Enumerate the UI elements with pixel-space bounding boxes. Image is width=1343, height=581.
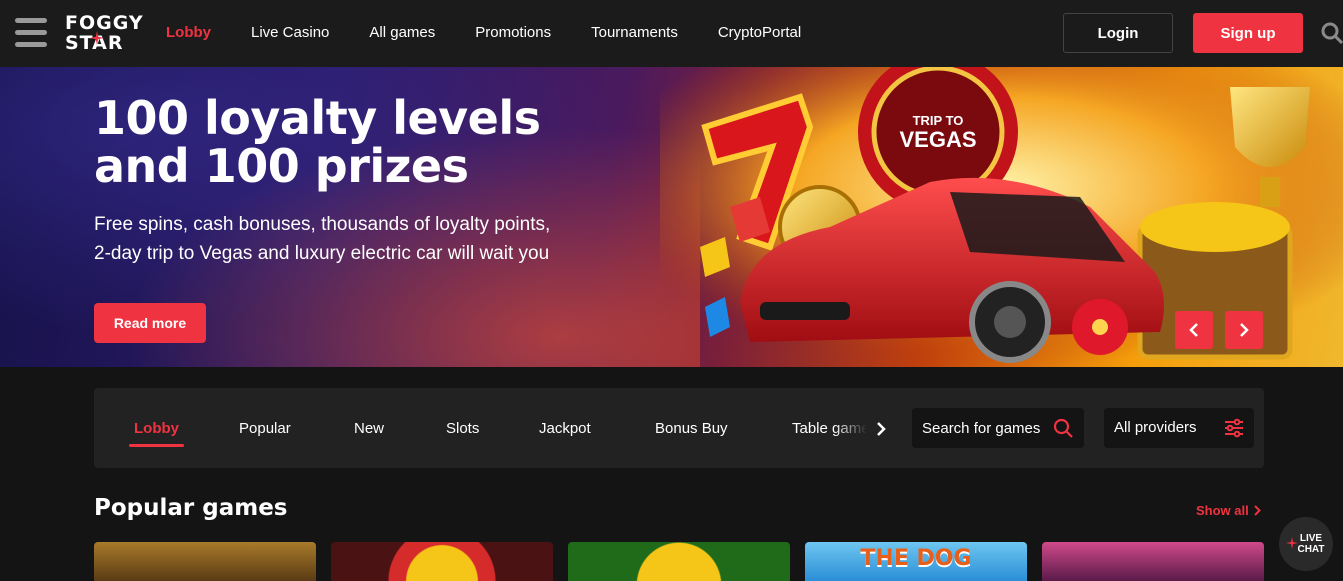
- login-button[interactable]: Login: [1063, 13, 1173, 53]
- category-bar: Lobby Popular New Slots Jackpot Bonus Bu…: [94, 388, 1264, 468]
- game-search-input[interactable]: [922, 418, 1052, 438]
- badge-line1: TRIP TO: [913, 113, 964, 128]
- tab-bonus-buy[interactable]: Bonus Buy: [655, 418, 728, 440]
- tab-popular[interactable]: Popular: [239, 418, 291, 440]
- tab-new[interactable]: New: [354, 418, 384, 440]
- nav-promotions[interactable]: Promotions: [475, 22, 551, 44]
- nav-live-casino[interactable]: Live Casino: [251, 22, 329, 44]
- active-tab-indicator: [129, 444, 184, 447]
- game-tile[interactable]: [331, 542, 553, 581]
- category-tabs: Lobby Popular New Slots Jackpot Bonus Bu…: [94, 418, 881, 448]
- hero-subtitle: Free spins, cash bonuses, thousands of l…: [94, 214, 551, 264]
- nav-cryptoportal[interactable]: CryptoPortal: [718, 22, 801, 44]
- game-tile[interactable]: [94, 542, 316, 581]
- chevron-right-icon: [1240, 323, 1249, 337]
- carousel-prev-button[interactable]: [1175, 311, 1213, 349]
- chevron-left-icon: [1189, 323, 1198, 337]
- game-search: [912, 408, 1084, 448]
- top-header: FOGGY STAR Lobby Live Casino All games P…: [0, 0, 1343, 67]
- hero-banner: 100 loyalty levels and 100 prizes Free s…: [0, 67, 1343, 367]
- tab-lobby[interactable]: Lobby: [134, 418, 179, 440]
- live-chat-button[interactable]: LIVE CHAT: [1279, 517, 1333, 571]
- search-icon[interactable]: [1053, 418, 1073, 438]
- show-all-link[interactable]: Show all: [1196, 503, 1261, 518]
- menu-icon[interactable]: [15, 18, 47, 48]
- chevron-right-icon[interactable]: [874, 421, 888, 437]
- providers-filter[interactable]: All providers: [1104, 408, 1254, 448]
- chevron-right-icon: [1254, 505, 1261, 516]
- game-tile-title: THE DOG: [860, 546, 972, 571]
- logo[interactable]: FOGGY STAR: [65, 13, 145, 55]
- hero-title: 100 loyalty levels and 100 prizes: [94, 91, 541, 193]
- tab-jackpot[interactable]: Jackpot: [539, 418, 591, 440]
- search-icon[interactable]: [1321, 22, 1343, 44]
- filter-sliders-icon: [1225, 418, 1243, 438]
- popular-games-title: Popular games: [94, 495, 288, 521]
- nav-all-games[interactable]: All games: [369, 22, 435, 44]
- game-tile[interactable]: [1042, 542, 1264, 581]
- main-nav: Lobby Live Casino All games Promotions T…: [166, 22, 801, 44]
- badge-line2: VEGAS: [899, 127, 976, 152]
- providers-label: All providers: [1114, 419, 1197, 436]
- tab-slots[interactable]: Slots: [446, 418, 479, 440]
- carousel-next-button[interactable]: [1225, 311, 1263, 349]
- nav-tournaments[interactable]: Tournaments: [591, 22, 678, 44]
- nav-lobby[interactable]: Lobby: [166, 22, 211, 44]
- read-more-button[interactable]: Read more: [94, 303, 206, 343]
- game-tile[interactable]: [568, 542, 790, 581]
- chat-star-icon: [1286, 537, 1298, 549]
- signup-button[interactable]: Sign up: [1193, 13, 1303, 53]
- logo-star-icon: [90, 31, 104, 45]
- game-tile[interactable]: THE DOG: [805, 542, 1027, 581]
